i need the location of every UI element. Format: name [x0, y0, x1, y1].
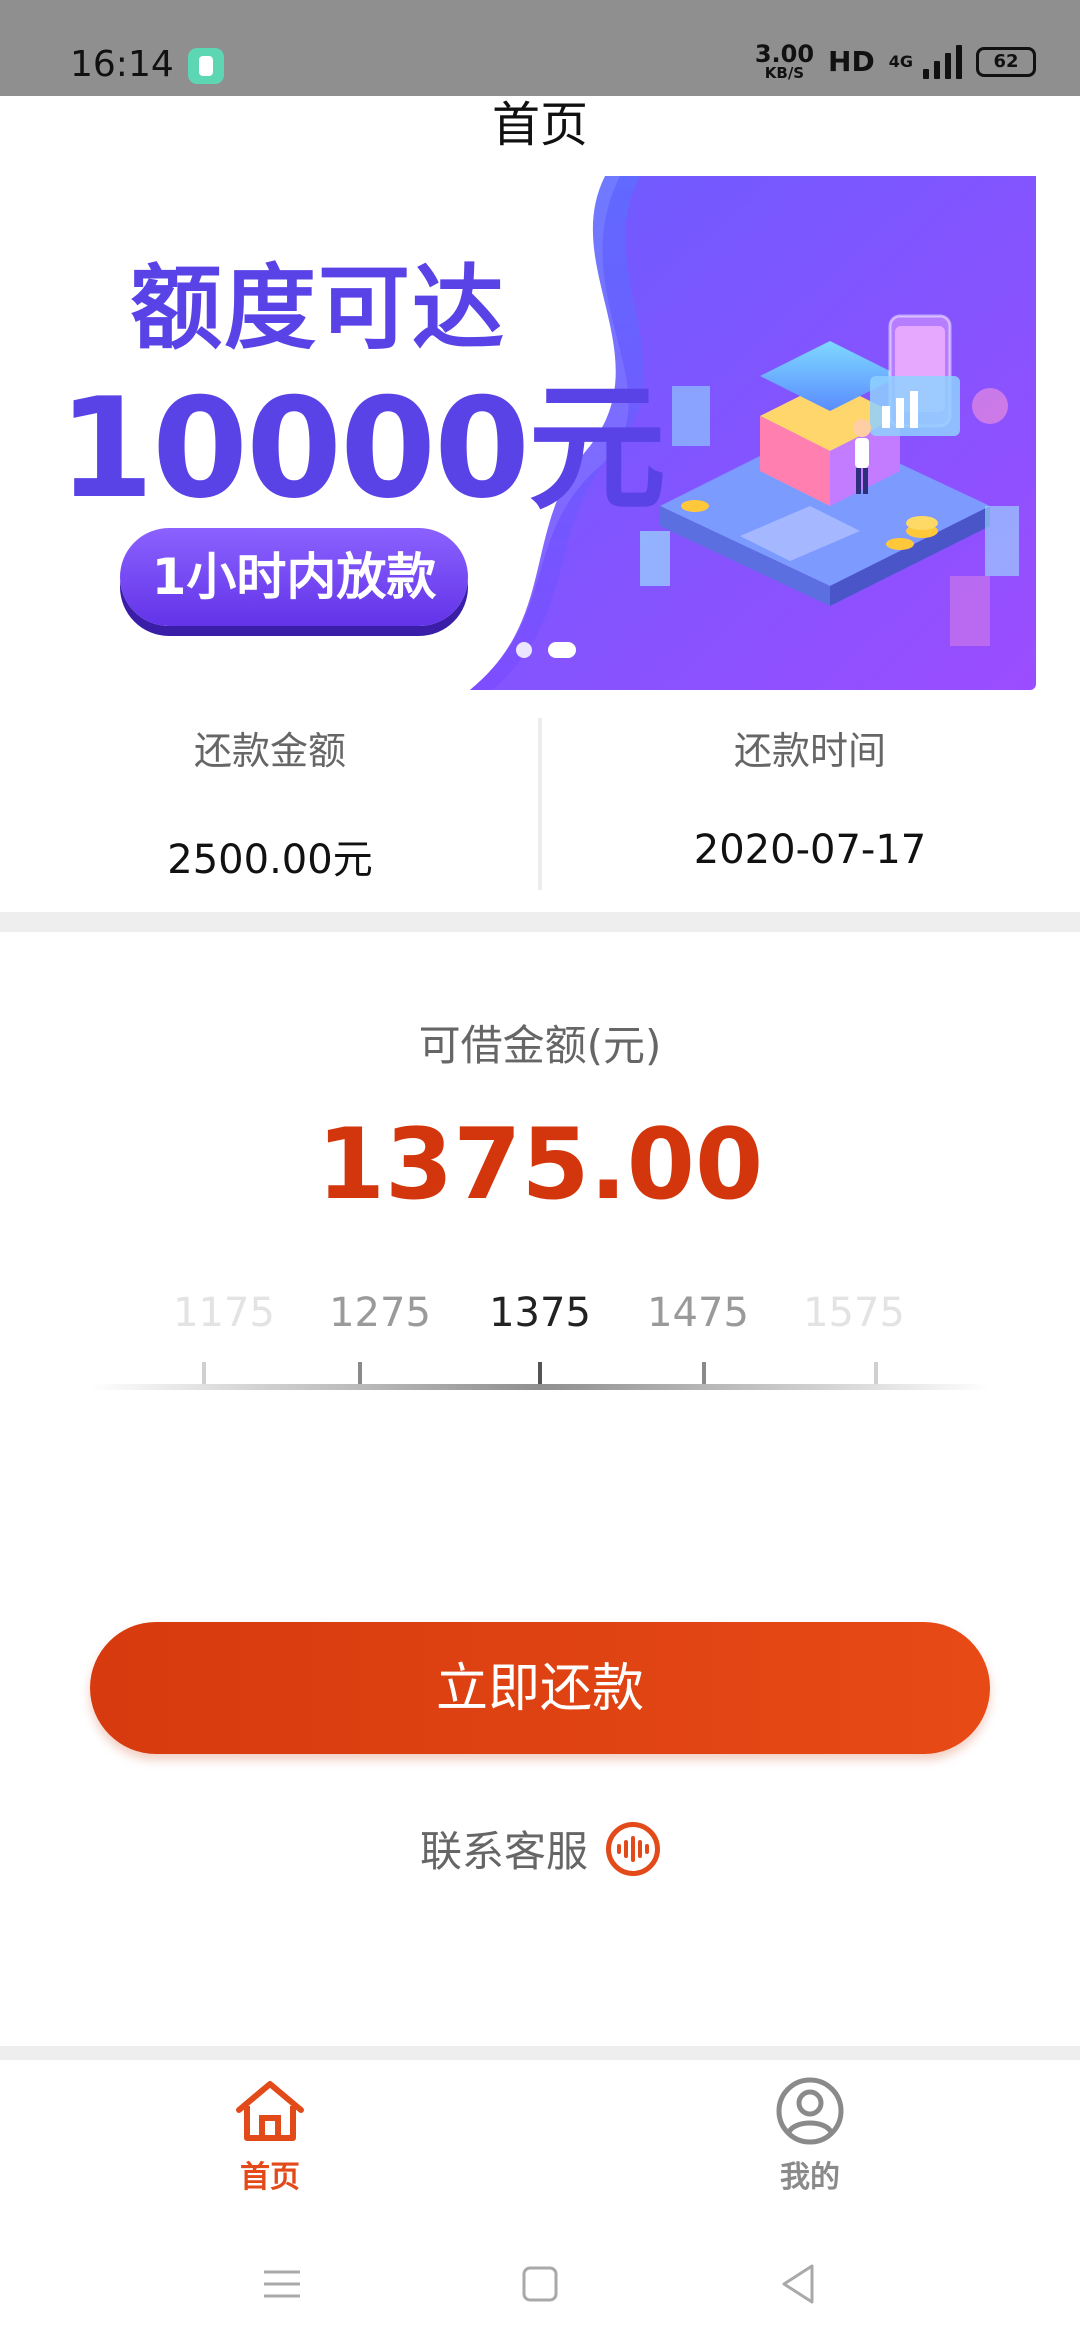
repayment-summary: 还款金额 2500.00元 还款时间 2020-07-17 — [0, 710, 1080, 900]
signal-icon — [923, 44, 962, 79]
hd-indicator: HD — [828, 45, 875, 78]
status-indicators: 3.00 KB/S HD 4G 62 — [755, 42, 1036, 81]
network-speed-value: 3.00 — [754, 40, 815, 68]
repayment-date-block: 还款时间 2020-07-17 — [540, 710, 1080, 873]
ruler-tick-label[interactable]: 1575 — [784, 1290, 924, 1336]
ruler-tick — [702, 1362, 706, 1384]
user-profile-icon — [776, 2077, 844, 2145]
app-notification-icon — [188, 48, 224, 84]
menu-icon[interactable] — [252, 2254, 312, 2314]
promo-banner[interactable]: 额度可达 10000元 1小时内放款 — [0, 176, 1036, 690]
carousel-dot[interactable] — [516, 642, 532, 658]
tab-home[interactable]: 首页 — [170, 2076, 370, 2196]
ruler-tick — [358, 1362, 362, 1384]
ruler-tick-label[interactable]: 1175 — [154, 1290, 294, 1336]
carousel-dot-active[interactable] — [548, 642, 576, 658]
ruler-tick-label-selected[interactable]: 1375 — [470, 1290, 610, 1336]
network-type: 4G — [888, 52, 913, 71]
tab-bar-divider — [0, 2046, 1080, 2060]
network-speed: 3.00 KB/S — [755, 42, 814, 81]
ruler-track[interactable] — [90, 1384, 990, 1390]
ruler-tick — [874, 1362, 878, 1384]
ruler-tick-selected — [538, 1362, 542, 1384]
back-icon[interactable] — [768, 2254, 828, 2314]
customer-service-icon[interactable] — [606, 1821, 660, 1876]
repayment-date-label: 还款时间 — [733, 729, 886, 773]
banner-cta-button[interactable]: 1小时内放款 — [120, 528, 468, 626]
repayment-amount-value: 2500.00元 — [167, 837, 373, 883]
repay-now-button[interactable]: 立即还款 — [90, 1622, 990, 1754]
page-title: 首页 — [491, 97, 588, 153]
tab-home-label: 首页 — [240, 2160, 300, 2195]
status-bar: 16:14 3.00 KB/S HD 4G 62 — [0, 0, 1080, 96]
ruler-tick — [202, 1362, 206, 1384]
tab-mine[interactable]: 我的 — [710, 2076, 910, 2196]
repayment-amount-label: 还款金额 — [193, 729, 346, 773]
ruler-tick-label[interactable]: 1275 — [310, 1290, 450, 1336]
home-icon — [236, 2081, 304, 2141]
ruler-tick-label[interactable]: 1475 — [628, 1290, 768, 1336]
contact-service-label[interactable]: 联系客服 — [420, 1818, 588, 1879]
repayment-date-value: 2020-07-17 — [693, 827, 927, 873]
carousel-indicator — [516, 642, 576, 658]
network-speed-unit: KB/S — [764, 64, 805, 82]
repayment-amount-block: 还款金额 2500.00元 — [0, 710, 540, 885]
amount-ruler-slider[interactable]: 1175 1275 1375 1475 1575 — [90, 1290, 990, 1400]
tab-mine-label: 我的 — [780, 2160, 840, 2195]
home-button-icon[interactable] — [510, 2254, 570, 2314]
borrow-amount-label: 可借金额(元) — [418, 1021, 662, 1070]
banner-amount: 10000元 — [58, 368, 666, 529]
contact-service-link[interactable]: 联系客服 — [0, 1818, 1080, 1879]
status-time: 16:14 — [70, 44, 174, 85]
borrow-amount-value: 1375.00 — [316, 1108, 764, 1222]
system-navigation-bar — [0, 2230, 1080, 2340]
battery-icon: 62 — [976, 46, 1036, 77]
section-divider — [0, 912, 1080, 932]
